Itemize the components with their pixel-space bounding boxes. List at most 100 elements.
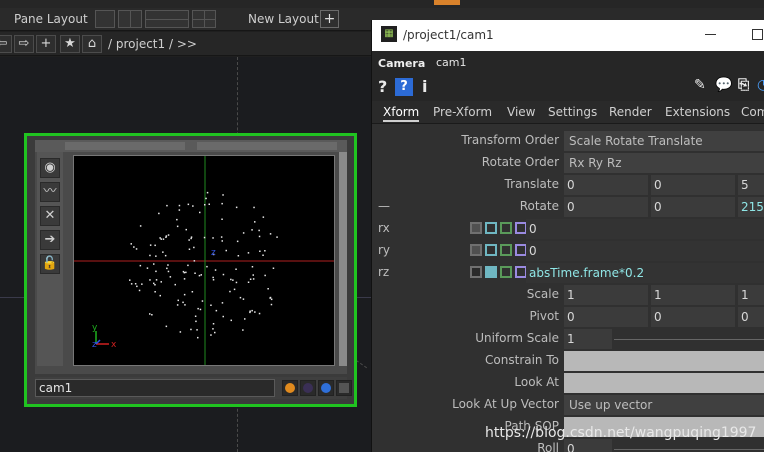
look-at-up-vector-menu[interactable]: Use up vector [564,395,764,415]
arrow-right-icon[interactable]: ⇨ [14,35,34,53]
mode-constant-icon[interactable] [470,266,482,278]
param-translate: Translate 0 0 5 [372,174,764,196]
pivot-y-field[interactable]: 0 [651,307,735,327]
bypass-flag[interactable] [300,380,316,396]
expand-toggle[interactable]: — [378,199,390,213]
point [133,246,135,248]
tab-pre-xform[interactable]: Pre-Xform [433,105,492,119]
star-icon[interactable]: ★ [60,35,80,53]
point [232,279,234,281]
point [149,254,151,257]
point [130,283,133,285]
viewer-flag[interactable] [336,380,352,396]
mode-export-icon[interactable] [500,244,512,256]
rotate-x-field[interactable]: 0 [564,197,648,217]
mode-constant-icon[interactable] [470,222,482,234]
point [198,274,201,277]
layout-split-vertical-button[interactable] [118,10,142,28]
target-icon[interactable]: ◉ [40,158,60,178]
point [229,290,231,293]
copy-icon[interactable]: ⎘ [738,77,749,93]
scale-x-field[interactable]: 1 [564,285,648,305]
active-pane-marker[interactable] [434,0,460,5]
point [188,248,191,250]
rz-expression-field[interactable]: absTime.frame*0.2 [526,263,764,283]
info-icon[interactable]: i [422,77,427,96]
camera-node[interactable]: ◉ 〰 ✕ ➔ 🔓 y x z z cam1 [24,133,357,407]
camera-viewer[interactable]: y x z z [73,155,335,366]
comment-icon[interactable]: 💬 [715,77,732,93]
roll-slider[interactable] [614,449,764,450]
uniform-scale-field[interactable]: 1 [564,329,612,349]
point [178,209,181,211]
look-at-field[interactable] [564,373,764,393]
pivot-x-field[interactable]: 0 [564,307,648,327]
tab-xform[interactable]: Xform [383,105,420,122]
translate-y-field[interactable]: 0 [651,175,735,195]
arrow-left-icon[interactable]: ⇦ [0,35,12,53]
mode-expression-icon[interactable] [485,222,497,234]
display-flag[interactable] [318,380,334,396]
point [258,229,260,232]
operator-name[interactable]: cam1 [436,56,467,69]
window-titlebar[interactable]: ▦ /project1/cam1 [372,20,764,51]
tab-view[interactable]: View [507,105,535,119]
cooking-flag[interactable] [282,380,298,396]
point [206,191,209,194]
minimize-button[interactable] [705,34,716,35]
rotate-y-field[interactable]: 0 [651,197,735,217]
tab-settings[interactable]: Settings [548,105,597,119]
mode-export-icon[interactable] [500,266,512,278]
mode-constant-icon[interactable] [470,244,482,256]
rx-value-field[interactable]: 0 [526,219,764,239]
point [251,309,253,312]
home-icon[interactable]: ⌂ [82,35,102,53]
uniform-scale-slider[interactable] [614,339,764,340]
point [183,271,186,274]
network-path-breadcrumb[interactable]: / project1 / >> [108,37,197,51]
network-editor[interactable]: ◉ 〰 ✕ ➔ 🔓 y x z z cam1 [0,57,371,452]
maximize-button[interactable] [752,29,763,40]
transform-order-menu[interactable]: Scale Rotate Translate [564,131,764,151]
mode-expression-icon[interactable] [485,244,497,256]
graph-icon[interactable]: 〰 [40,182,60,202]
pencil-icon[interactable]: ✎ [694,77,706,93]
point [221,202,223,205]
translate-x-field[interactable]: 0 [564,175,648,195]
mode-expression-icon[interactable] [485,266,497,278]
help-icon[interactable]: ? [378,77,387,96]
python-help-icon[interactable]: ? [395,78,413,96]
point [185,271,187,274]
mode-export-icon[interactable] [500,222,512,234]
close-icon[interactable]: ✕ [40,206,60,226]
point [190,328,192,331]
param-label: Uniform Scale [475,331,559,345]
point [146,267,149,269]
new-layout-button[interactable]: + [320,10,339,28]
tab-render[interactable]: Render [609,105,652,119]
layout-single-button[interactable] [95,10,115,28]
param-label: rx [378,221,390,235]
node-name-field[interactable]: cam1 [35,379,275,397]
point [197,307,199,310]
ry-value-field[interactable]: 0 [526,241,764,261]
point [174,283,176,286]
point [221,218,223,220]
layout-split-horizontal-button[interactable] [145,10,189,28]
constrain-to-field[interactable] [564,351,764,371]
rotate-order-menu[interactable]: Rx Ry Rz [564,153,764,173]
pivot-z-field[interactable]: 0 [738,307,764,327]
scale-y-field[interactable]: 1 [651,285,735,305]
lock-icon[interactable]: 🔓 [40,254,60,274]
scale-z-field[interactable]: 1 [738,285,764,305]
tab-extensions[interactable]: Extensions [665,105,730,119]
point [149,244,152,246]
translate-z-field[interactable]: 5 [738,175,764,195]
layout-quad-button[interactable] [192,10,216,28]
tab-common[interactable]: Com [741,105,764,119]
node-viewer-active-bar[interactable] [339,152,347,366]
plus-icon[interactable]: + [36,35,56,53]
arrow-right-icon[interactable]: ➔ [40,230,60,250]
rotate-z-field[interactable]: 2152 [738,197,764,217]
globe-icon[interactable]: ◔ [757,77,764,93]
